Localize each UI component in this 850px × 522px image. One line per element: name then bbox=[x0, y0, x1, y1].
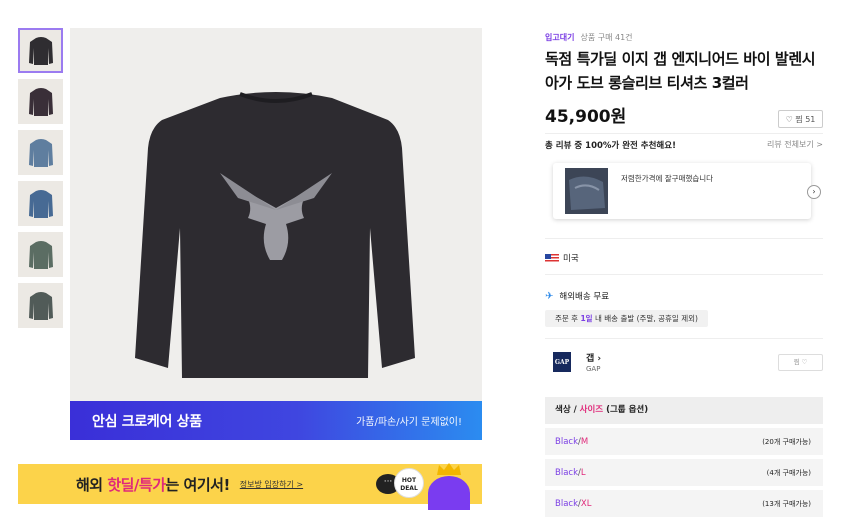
shipping-label: 해외배송 무료 bbox=[559, 292, 610, 302]
airplane-icon: ✈ bbox=[545, 290, 554, 302]
thumbnail-6[interactable] bbox=[18, 283, 63, 328]
thumbnail-4[interactable] bbox=[18, 181, 63, 226]
option-stock: (4개 구매가능) bbox=[766, 468, 811, 477]
shirt-thumbnail-image bbox=[28, 138, 53, 167]
review-next-button[interactable]: › bbox=[807, 185, 821, 199]
review-view-all-link[interactable]: 리뷰 전체보기 > bbox=[767, 139, 823, 151]
shirt-thumbnail-image bbox=[28, 36, 53, 65]
thumbnail-5[interactable] bbox=[18, 232, 63, 277]
crown-icon bbox=[437, 463, 461, 475]
option-label: Black/XL bbox=[555, 498, 592, 509]
care-banner[interactable]: 안심 크로케어 상품 가품/파손/사기 문제없이! bbox=[70, 401, 482, 440]
option-header: 색상 / 사이즈 (그룹 옵션) bbox=[545, 397, 823, 424]
thumbnail-list bbox=[18, 28, 64, 334]
divider bbox=[545, 274, 823, 275]
product-page: 안심 크로케어 상품 가품/파손/사기 문제없이! 해외 핫딜/특가는 여기서!… bbox=[0, 0, 850, 522]
shirt-thumbnail-image bbox=[28, 189, 53, 218]
brand-subname: GAP bbox=[586, 365, 601, 373]
shop-meta: 입고대기 상품 구매 41건 bbox=[545, 32, 633, 43]
option-row[interactable]: Black/L (4개 구매가능) bbox=[545, 459, 823, 486]
purchase-count: 상품 구매 41건 bbox=[580, 33, 633, 42]
product-title: 독점 특가딜 이지 갭 엔지니어드 바이 발렌시아가 도브 롱슬리브 티셔츠 3… bbox=[545, 50, 816, 92]
option-stock: (13개 구매가능) bbox=[762, 499, 811, 508]
option-label: Black/L bbox=[555, 467, 586, 478]
shop-name-link[interactable]: 입고대기 bbox=[545, 33, 574, 42]
care-banner-subtitle: 가품/파손/사기 문제없이! bbox=[356, 417, 462, 428]
option-stock: (20개 구매가능) bbox=[762, 437, 811, 446]
review-snippet: 저렴한가격에 잘구매했습니다 bbox=[621, 174, 714, 183]
origin-country: 미국 bbox=[545, 252, 579, 264]
hotdeal-banner-title: 해외 핫딜/특가는 여기서! bbox=[76, 475, 230, 494]
option-row[interactable]: Black/M (20개 구매가능) bbox=[545, 428, 823, 455]
hot-deal-badge: HOT DEAL bbox=[394, 468, 424, 498]
like-button[interactable]: ♡ 찜 51 bbox=[778, 110, 823, 128]
shirt-thumbnail-image bbox=[28, 87, 53, 116]
review-card[interactable]: 저렴한가격에 잘구매했습니다 bbox=[553, 163, 811, 219]
longsleeve-shirt-image bbox=[135, 92, 415, 378]
product-main-image[interactable] bbox=[70, 28, 482, 401]
shirt-thumbnail-image bbox=[28, 291, 53, 320]
us-flag-icon bbox=[545, 253, 559, 263]
hotdeal-enter-link[interactable]: 정보방 입장하기 > bbox=[240, 479, 303, 490]
brand-row[interactable]: GAP 갭 › GAP 찜 ♡ bbox=[545, 349, 823, 379]
product-price: 45,900원 bbox=[545, 107, 627, 127]
thumbnail-2[interactable] bbox=[18, 79, 63, 124]
care-banner-title: 안심 크로케어 상품 bbox=[92, 413, 202, 430]
review-header: 총 리뷰 중 100%가 완전 추천해요! 리뷰 전체보기 > bbox=[545, 139, 823, 151]
review-photo bbox=[565, 168, 608, 214]
divider bbox=[545, 238, 823, 239]
divider bbox=[545, 133, 823, 134]
option-label: Black/M bbox=[555, 436, 589, 447]
brand-name[interactable]: 갭 › bbox=[586, 351, 601, 364]
review-headline: 총 리뷰 중 100%가 완전 추천해요! bbox=[545, 141, 676, 151]
hotdeal-banner[interactable]: 해외 핫딜/특가는 여기서! 정보방 입장하기 > ··· HOT DEAL bbox=[18, 463, 482, 510]
shirt-thumbnail-image bbox=[28, 240, 53, 269]
origin-label: 미국 bbox=[563, 254, 579, 264]
brand-like-button[interactable]: 찜 ♡ bbox=[778, 354, 823, 371]
gap-logo: GAP bbox=[553, 352, 571, 372]
shipping-info: ✈ 해외배송 무료 bbox=[545, 290, 610, 303]
thumbnail-1[interactable] bbox=[18, 28, 63, 73]
mascot-icon bbox=[428, 476, 470, 510]
divider bbox=[545, 338, 823, 339]
option-row[interactable]: Black/XL (13개 구매가능) bbox=[545, 490, 823, 517]
thumbnail-3[interactable] bbox=[18, 130, 63, 175]
shipping-note: 주문 후 1일 내 배송 출발 (주말, 공휴일 제외) bbox=[545, 310, 708, 327]
